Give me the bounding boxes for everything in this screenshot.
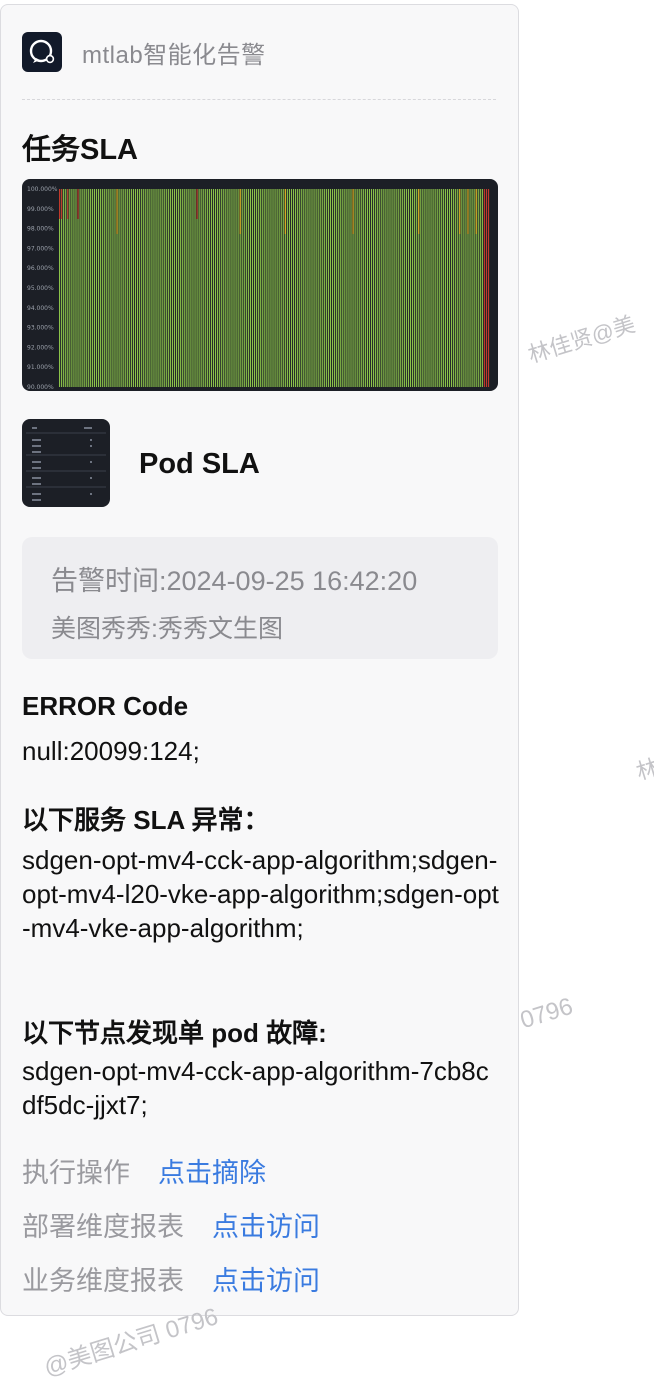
header-divider: [22, 99, 496, 100]
y-tick-label: 92.000%: [27, 344, 54, 351]
alert-service: 美图秀秀:秀秀文生图: [51, 615, 283, 643]
operation-label: 部署维度报表: [22, 1212, 184, 1242]
abnormal-services-label: 以下服务 SLA 异常：: [22, 805, 270, 835]
y-tick-label: 100.000%: [27, 186, 58, 193]
chat-bubble-icon: [22, 32, 62, 72]
task-sla-chart-svg: 100.000% 99.000% 98.000% 97.000% 96.000% 95.0…: [27, 186, 490, 391]
operation-row-business-report: 业务维度报表 点击访问: [22, 1259, 320, 1298]
abnormal-services-value: sdgen-opt-mv4-cck-app-algorithm;sdgen-op…: [22, 845, 499, 943]
error-code-value: null:20099:124;: [22, 736, 200, 766]
pod-sla-title: Pod SLA: [139, 448, 260, 480]
error-code-label: ERROR Code: [22, 691, 189, 721]
y-tick-label: 91.000%: [27, 364, 54, 371]
alert-card: mtlab智能化告警 任务SLA 100.000% 99.000% 98.000% 9…: [0, 4, 519, 1316]
watermark: 林佳贤@美: [525, 311, 639, 368]
pod-fault-label: 以下节点发现单 pod 故障:: [22, 1018, 327, 1048]
sla-bars: [59, 189, 490, 387]
watermark: 0796: [517, 992, 577, 1035]
pod-fault-value: sdgen-opt-mv4-cck-app-algorithm-7cb8cdf5…: [22, 1056, 489, 1120]
pod-sla-thumbnail-svg: [26, 427, 106, 501]
y-tick-label: 94.000%: [27, 305, 54, 312]
card-header: mtlab智能化告警: [22, 31, 266, 73]
operation-row-deploy-report: 部署维度报表 点击访问: [22, 1205, 320, 1244]
watermark: 林: [633, 754, 654, 785]
y-tick-label: 95.000%: [27, 285, 54, 292]
task-sla-title: 任务SLA: [22, 134, 139, 166]
operation-label: 业务维度报表: [22, 1266, 184, 1296]
operation-row-remove: 执行操作 点击摘除: [22, 1151, 266, 1190]
y-tick-label: 96.000%: [27, 265, 54, 272]
pod-sla-thumbnail[interactable]: [22, 419, 110, 507]
deploy-report-link[interactable]: 点击访问: [212, 1205, 320, 1244]
app-name: mtlab智能化告警: [82, 41, 266, 69]
y-tick-label: 97.000%: [27, 245, 54, 252]
business-report-link[interactable]: 点击访问: [212, 1259, 320, 1298]
alert-info-box: 告警时间:2024-09-25 16:42:20 美图秀秀:秀秀文生图: [22, 537, 498, 659]
alert-time: 告警时间:2024-09-25 16:42:20: [51, 566, 418, 596]
remove-link[interactable]: 点击摘除: [158, 1151, 266, 1190]
y-tick-label: 98.000%: [27, 226, 54, 233]
y-tick-label: 99.000%: [27, 206, 54, 213]
task-sla-chart[interactable]: 100.000% 99.000% 98.000% 97.000% 96.000% 95.0…: [22, 179, 498, 391]
y-tick-label: 93.000%: [27, 325, 54, 332]
operation-label: 执行操作: [22, 1158, 130, 1188]
y-tick-label: 90.000%: [27, 384, 54, 391]
